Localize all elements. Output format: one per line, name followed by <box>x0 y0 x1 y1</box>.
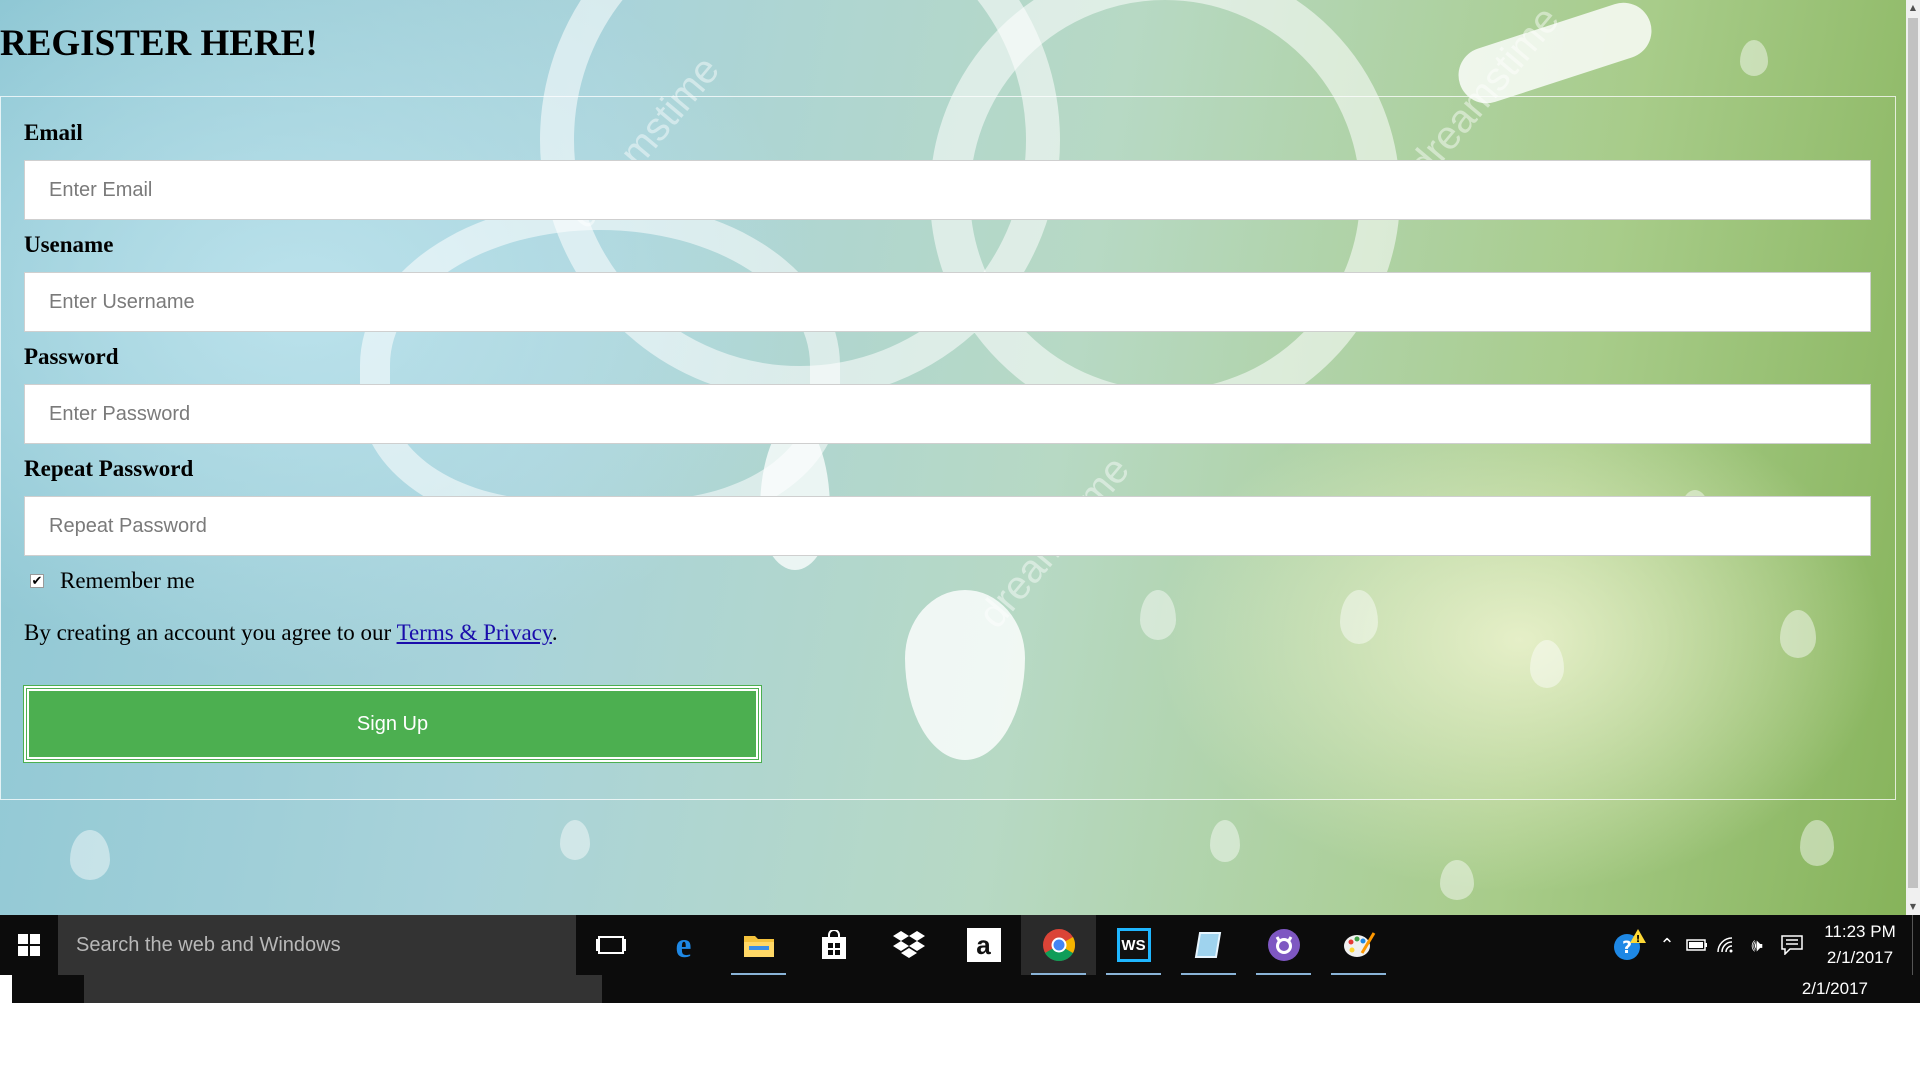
scroll-up-arrow-icon[interactable]: ▲ <box>1906 0 1920 16</box>
svg-text:?: ? <box>1622 938 1632 958</box>
repeat-password-label: Repeat Password <box>24 456 194 481</box>
email-label: Email <box>24 120 83 145</box>
edge-icon: e <box>675 925 692 965</box>
ghost-search-box: Search the web and Windows <box>84 975 602 1003</box>
password-field[interactable] <box>24 384 1871 444</box>
wifi-icon[interactable] <box>1712 915 1742 975</box>
taskbar-search-box[interactable]: Search the web and Windows <box>58 915 576 975</box>
taskbar-ghost-artifact: Search the web and Windows 2/1/2017 <box>12 975 1920 1003</box>
scroll-down-arrow-icon[interactable]: ▼ <box>1906 899 1920 915</box>
show-hidden-icons-chevron-icon[interactable]: ⌃ <box>1652 915 1682 975</box>
notepad-icon <box>1192 928 1226 962</box>
taskbar-clock[interactable]: 11:23 PM 2/1/2017 <box>1812 919 1908 971</box>
clock-date: 2/1/2017 <box>1826 948 1894 967</box>
taskbar-app-notepad[interactable] <box>1171 915 1246 975</box>
vertical-scrollbar[interactable]: ▲ ▼ <box>1906 0 1920 915</box>
terms-suffix: . <box>551 620 558 645</box>
taskbar-app-amazon[interactable]: a <box>946 915 1021 975</box>
terms-notice: By creating an account you agree to our … <box>24 620 558 646</box>
background-drop <box>70 830 110 880</box>
email-field[interactable] <box>24 160 1871 220</box>
dropbox-icon <box>892 928 926 962</box>
taskbar-app-github[interactable] <box>1246 915 1321 975</box>
taskbar-app-paint[interactable] <box>1321 915 1396 975</box>
background-drop <box>1440 860 1474 900</box>
remember-me-checkbox[interactable]: ✔ <box>30 574 44 588</box>
clock-time: 11:23 PM <box>1824 922 1896 941</box>
ghost-date: 2/1/2017 <box>1801 979 1868 998</box>
background-drop <box>1210 820 1240 862</box>
scrollbar-thumb[interactable] <box>1908 18 1918 888</box>
task-view-icon <box>598 936 624 954</box>
background-drop <box>560 820 590 860</box>
volume-icon[interactable]: 🕪 <box>1742 915 1772 975</box>
taskbar-app-chrome[interactable] <box>1021 915 1096 975</box>
remember-me: ✔ Remember me <box>30 568 195 594</box>
background-pill <box>1451 0 1659 111</box>
help-warning-icon[interactable]: ?! <box>1606 915 1652 975</box>
terms-privacy-link[interactable]: Terms & Privacy <box>397 620 552 645</box>
taskbar-app-dropbox[interactable] <box>871 915 946 975</box>
show-desktop-button[interactable] <box>1912 915 1920 975</box>
web-page: dreamstime dreamstime dreamstime REGISTE… <box>0 0 1906 915</box>
battery-icon[interactable] <box>1682 915 1712 975</box>
background-drop <box>1800 820 1834 866</box>
username-field[interactable] <box>24 272 1871 332</box>
task-view-button[interactable] <box>576 915 646 975</box>
remember-me-label: Remember me <box>60 568 195 593</box>
windows-logo-icon <box>18 934 40 956</box>
file-explorer-icon <box>742 928 776 962</box>
system-tray: ?! ⌃ 🕪 11:23 PM 2/1/2017 <box>1606 915 1920 975</box>
github-icon <box>1267 928 1301 962</box>
windows-taskbar: Search the web and Windows e a WS ?! ⌃ 🕪… <box>0 915 1920 975</box>
taskbar-app-webstorm[interactable]: WS <box>1096 915 1171 975</box>
paint-icon <box>1342 928 1376 962</box>
amazon-icon: a <box>966 928 1001 962</box>
chrome-icon <box>1042 928 1076 962</box>
start-button[interactable] <box>0 915 58 975</box>
store-icon <box>817 928 851 962</box>
username-label: Usename <box>24 232 114 257</box>
page-title: REGISTER HERE! <box>0 23 318 64</box>
taskbar-app-file-explorer[interactable] <box>721 915 796 975</box>
action-center-icon[interactable] <box>1772 915 1812 975</box>
password-label: Password <box>24 344 119 369</box>
repeat-password-field[interactable] <box>24 496 1871 556</box>
taskbar-app-store[interactable] <box>796 915 871 975</box>
sign-up-button[interactable]: Sign Up <box>23 685 762 763</box>
background-drop <box>1740 40 1768 76</box>
taskbar-app-edge[interactable]: e <box>646 915 721 975</box>
terms-prefix: By creating an account you agree to our <box>24 620 397 645</box>
svg-text:!: ! <box>1636 934 1641 945</box>
webstorm-icon: WS <box>1116 928 1151 962</box>
